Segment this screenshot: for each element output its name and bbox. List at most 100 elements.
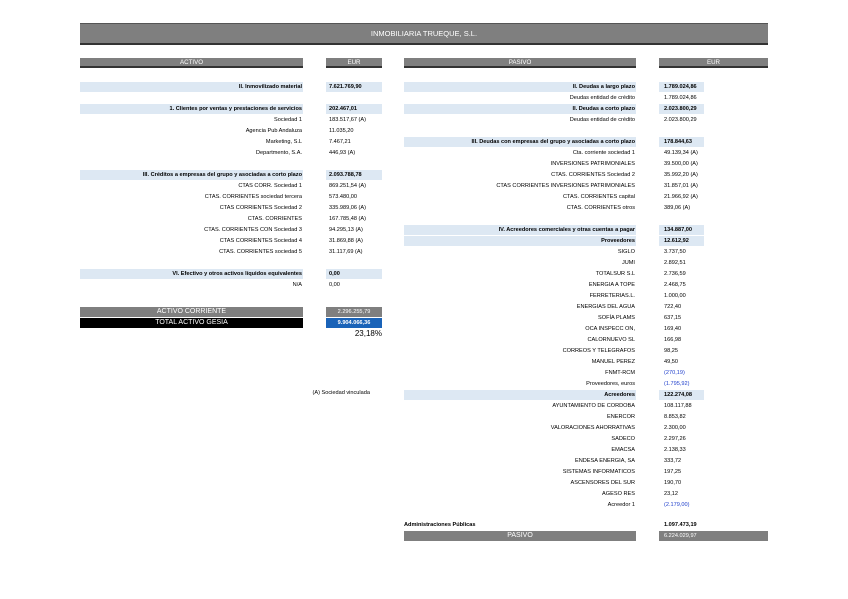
row-label: JUMI xyxy=(621,260,635,266)
pasivo-header: PASIVO xyxy=(404,58,636,68)
row-label: CTAS. CORRIENTES Sociedad 2 xyxy=(551,172,635,178)
row-label: CTAS. CORRIENTES capital xyxy=(562,194,635,200)
total-activo-value: 9.904.066,36 xyxy=(326,318,382,328)
row-label: Acreedor 1 xyxy=(607,502,635,508)
row-label: CTAS CORRIENTES INVERSIONES PATRIMONIALE… xyxy=(496,183,635,189)
row-label: II. Inmovilizado material xyxy=(238,84,302,90)
row-value: 722,40 xyxy=(664,304,682,310)
row-label: Marketing, S.L xyxy=(265,139,302,145)
row-label: OCA INSPECC ON, xyxy=(585,326,635,332)
row-label: AYUNTAMIENTO DE CORDOBA xyxy=(552,403,635,409)
row-label: CALORNUEVO SL xyxy=(587,337,635,343)
row-label: II. Deudas a largo plazo xyxy=(572,84,635,90)
row-value: 1.000,00 xyxy=(664,293,686,299)
row-label xyxy=(404,126,635,136)
eur-right-header: EUR xyxy=(659,58,768,68)
row-label xyxy=(80,93,302,103)
row-label: CTAS. CORRIENTES otros xyxy=(566,205,635,211)
row-label: Deudas entidad de crédito xyxy=(569,117,635,123)
row-value: 333,72 xyxy=(664,458,682,464)
activo-corriente-label: ACTIVO CORRIENTE xyxy=(80,307,303,317)
row-label: Sociedad 1 xyxy=(274,117,302,123)
row-value: 637,15 xyxy=(664,315,682,321)
row-label: Proveedores xyxy=(601,238,635,244)
row-value: 98,25 xyxy=(664,348,678,354)
row-value: 23,12 xyxy=(664,491,678,497)
row-label: III. Deudas con empresas del grupo y aso… xyxy=(471,139,635,145)
row-label: CTAS CORRIENTES Sociedad 4 xyxy=(219,238,302,244)
row-label: MANUEL PEREZ xyxy=(591,359,635,365)
document-title: INMOBILIARIA TRUEQUE, S.L. xyxy=(80,23,768,45)
row-value: 35.992,20 (A) xyxy=(664,172,698,178)
row-value: 31.857,01 (A) xyxy=(664,183,698,189)
footnote: (A) Sociedad vinculada xyxy=(312,390,370,396)
row-label: CTAS. CORRIENTES CON Sociedad 3 xyxy=(204,227,302,233)
row-label: 1. Clientes por ventas y prestaciones de… xyxy=(169,106,302,112)
pasivo-total-label: PASIVO xyxy=(404,531,636,541)
row-value: 2.736,59 xyxy=(664,271,686,277)
row-label: CTAS CORRIENTES Sociedad 2 xyxy=(219,205,302,211)
row-value: 49.139,34 (A) xyxy=(664,150,698,156)
title-text: INMOBILIARIA TRUEQUE, S.L. xyxy=(370,29,478,38)
row-label: Agencia Pub Andaluza xyxy=(245,128,302,134)
row-label: ENERGIA A TOPE xyxy=(588,282,635,288)
eur-left-header: EUR xyxy=(326,58,382,68)
row-label xyxy=(80,159,302,169)
row-label: INVERSIONES PATRIMONIALES xyxy=(550,161,635,167)
row-value: 21.966,92 (A) xyxy=(664,194,698,200)
row-label: SISTEMAS INFORMATICOS xyxy=(562,469,635,475)
row-label: ENERCOR xyxy=(607,414,635,420)
pasivo-total-value: 6.224.029,97 xyxy=(659,531,768,541)
administraciones-value: 1.097.473,19 xyxy=(664,522,697,528)
row-label: II. Deudas a corto plazo xyxy=(572,106,635,112)
row-value: 1.789.024,86 xyxy=(664,84,697,90)
row-label xyxy=(404,214,635,224)
row-value: 108.117,88 xyxy=(664,403,692,409)
row-value: 197,25 xyxy=(664,469,682,475)
row-label: CTAS. CORRIENTES sociedad 5 xyxy=(219,249,302,255)
row-label: FNMT-RCM xyxy=(605,370,635,376)
row-label: Cta. corriente sociedad 1 xyxy=(572,150,635,156)
row-value: (270,19) xyxy=(664,370,685,376)
row-label: SADECO xyxy=(611,436,635,442)
row-value: (2.179,00) xyxy=(664,502,690,508)
row-label: VI. Efectivo y otros activos líquidos eq… xyxy=(172,271,302,277)
row-value: 166,98 xyxy=(664,337,682,343)
row-value: 2.300,00 xyxy=(664,425,686,431)
row-value: 178.844,63 xyxy=(664,139,692,145)
row-value: 12.612,92 xyxy=(664,238,689,244)
row-label: Acreedores xyxy=(604,392,635,398)
row-label: AGESO RES xyxy=(602,491,635,497)
administraciones-label: Administraciones Públicas xyxy=(404,522,476,528)
activo-percent: 23,18% xyxy=(354,329,382,338)
row-label: III. Créditos a empresas del grupo y aso… xyxy=(142,172,302,178)
row-value: 1.789.024,86 xyxy=(664,95,697,101)
row-label: EMACSA xyxy=(611,447,635,453)
eur-right-header-label: EUR xyxy=(706,58,721,66)
row-value: 2.023.800,29 xyxy=(664,106,697,112)
row-value: 2.023.800,29 xyxy=(664,117,697,123)
eur-left-header-label: EUR xyxy=(347,58,361,66)
activo-corriente-value: 2.296.255,79 xyxy=(326,307,382,317)
row-label: ENERGIAS DEL AGUA xyxy=(576,304,635,310)
row-label: CTAS. CORRIENTES sociedad tercera xyxy=(204,194,302,200)
row-value: 2.138,33 xyxy=(664,447,686,453)
row-label: ASCENSORES DEL SUR xyxy=(570,480,635,486)
row-label: ENDESA ENERGIA, SA xyxy=(575,458,635,464)
row-label: Proveedores, euros xyxy=(586,381,635,387)
row-label: N/A xyxy=(292,282,302,288)
row-value: 49,50 xyxy=(664,359,678,365)
row-label: SOFÍA PLAMS xyxy=(598,315,635,321)
row-label: IV. Acreedores comerciales y otras cuent… xyxy=(498,227,635,233)
row-label: VALORACIONES AHORRATIVAS xyxy=(550,425,635,431)
row-label: TOTALSUR S.L xyxy=(595,271,635,277)
row-value xyxy=(664,214,764,224)
activo-header: ACTIVO xyxy=(80,58,303,68)
row-value: 2.297,26 xyxy=(664,436,686,442)
row-value xyxy=(664,126,764,136)
row-value: 134.887,00 xyxy=(664,227,692,233)
pasivo-header-label: PASIVO xyxy=(508,58,532,66)
row-value: (1.795,92) xyxy=(664,381,690,387)
row-value: 3.737,50 xyxy=(664,249,686,255)
row-label: CTAS. CORRIENTES xyxy=(247,216,302,222)
